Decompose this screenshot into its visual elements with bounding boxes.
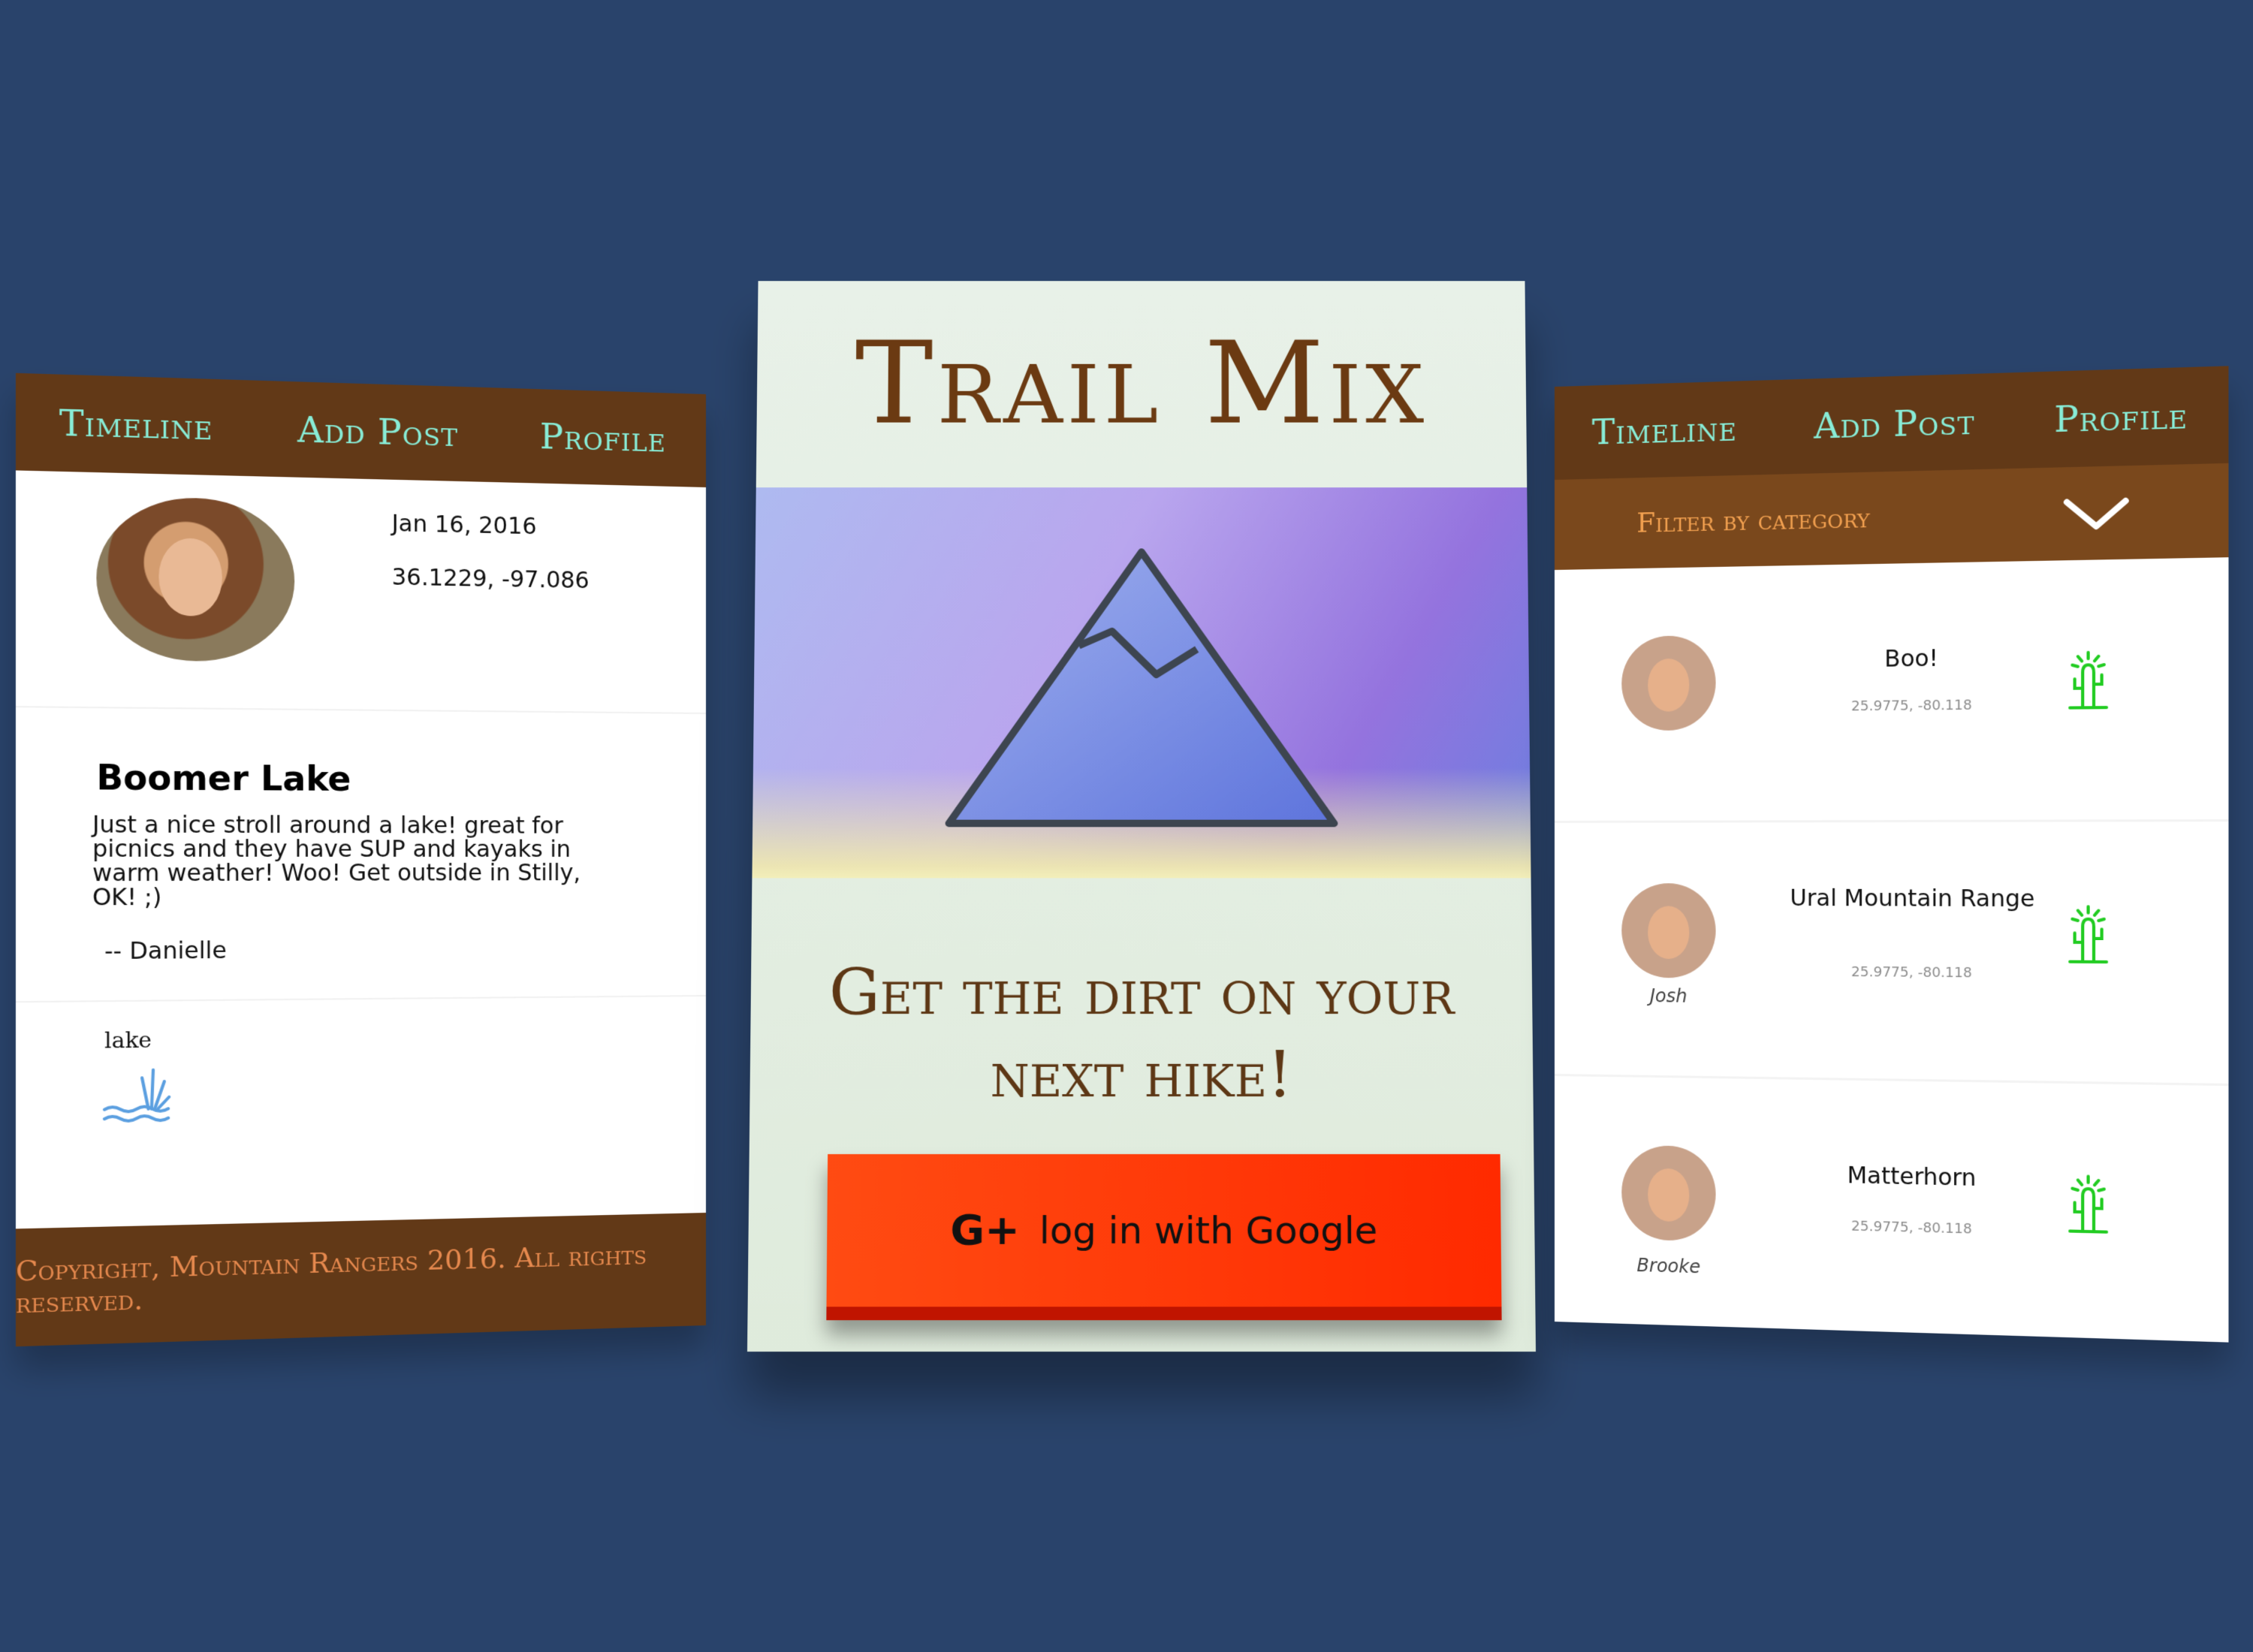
filter-label: Filter by category: [1636, 502, 1869, 538]
timeline-item-user: Brooke: [1621, 1254, 1715, 1278]
avatar: [96, 496, 294, 662]
post-title: Boomer Lake: [96, 758, 351, 799]
post-coords: 36.1229, -97.086: [392, 564, 590, 594]
login-screen: Trail Mix Get the dirt on your next hike…: [747, 281, 1536, 1352]
nav-profile[interactable]: Profile: [2054, 394, 2188, 440]
avatar: [1621, 635, 1715, 731]
timeline-item-user: Josh: [1621, 985, 1715, 1007]
app-title: Trail Mix: [756, 316, 1526, 449]
nav-add-post[interactable]: Add Post: [1814, 401, 1974, 447]
footer-copyright: Copyright, Mountain Rangers 2016. All ri…: [16, 1238, 706, 1320]
nav-timeline[interactable]: Timeline: [1592, 408, 1737, 453]
lake-icon: [101, 1062, 176, 1129]
timeline-item[interactable]: Josh Ural Mountain Range 25.9775, -80.11…: [1555, 821, 2228, 1086]
post-date: Jan 16, 2016: [392, 511, 537, 541]
nav-timeline[interactable]: Timeline: [59, 402, 213, 448]
category-label: lake: [104, 1027, 152, 1054]
divider: [16, 995, 706, 1002]
timeline-item[interactable]: Boo! 25.9775, -80.118: [1555, 557, 2228, 823]
mountain-icon: [919, 530, 1364, 837]
nav-add-post[interactable]: Add Post: [297, 408, 458, 454]
nav-profile[interactable]: Profile: [540, 416, 666, 460]
timeline-item-coords: 25.9775, -80.118: [1781, 1216, 2045, 1239]
timeline-item-title: Ural Mountain Range: [1781, 888, 2045, 912]
post-author: -- Danielle: [104, 937, 227, 965]
filter-dropdown[interactable]: Filter by category: [1555, 463, 2228, 570]
hero-banner: [752, 487, 1531, 878]
google-plus-icon: G+: [950, 1206, 1020, 1254]
cactus-icon: [2061, 649, 2116, 712]
nav-bar: Timeline Add Post Profile: [16, 373, 706, 487]
cactus-icon: [2061, 1173, 2116, 1236]
timeline-item-coords: 25.9775, -80.118: [1781, 696, 2045, 715]
post-detail-screen: Timeline Add Post Profile Jan 16, 2016 3…: [16, 373, 706, 1346]
tagline: Get the dirt on your next hike!: [795, 951, 1488, 1117]
cactus-icon: [2061, 903, 2116, 966]
timeline-item-title: Matterhorn: [1781, 1163, 2045, 1192]
chevron-down-icon: [2061, 493, 2132, 533]
google-login-button[interactable]: G+ log in with Google: [826, 1154, 1501, 1320]
avatar: [1621, 1145, 1715, 1242]
timeline-screen: Timeline Add Post Profile Filter by cate…: [1555, 366, 2228, 1342]
timeline-item[interactable]: Brooke Matterhorn 25.9775, -80.118: [1555, 1076, 2228, 1343]
post-meta: Jan 16, 2016 36.1229, -97.086: [16, 470, 706, 714]
login-button-label: log in with Google: [1039, 1209, 1378, 1252]
timeline-item-title: Boo!: [1781, 646, 2045, 672]
post-body: Just a nice stroll around a lake! great …: [92, 813, 628, 910]
timeline-item-coords: 25.9775, -80.118: [1781, 963, 2045, 981]
nav-bar: Timeline Add Post Profile: [1555, 366, 2228, 480]
footer: Copyright, Mountain Rangers 2016. All ri…: [16, 1213, 706, 1346]
avatar: [1621, 883, 1715, 978]
